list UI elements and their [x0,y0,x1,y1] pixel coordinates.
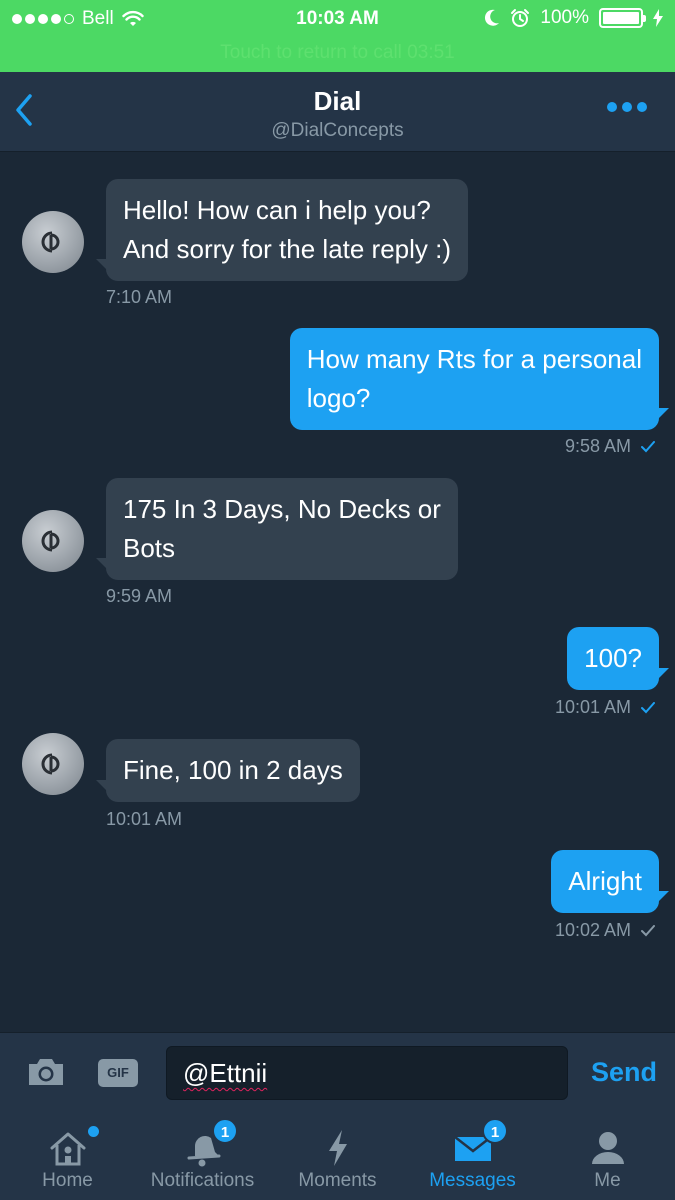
tab-label: Me [594,1170,621,1191]
notifications-badge: 1 [212,1118,238,1144]
message-timestamp: 9:58 AM [564,436,631,456]
person-icon [591,1132,624,1164]
gif-button[interactable]: GIF [98,1059,138,1087]
battery-percent: 100% [540,7,589,28]
home-new-dot [88,1126,99,1137]
message-line: Hello! How can i help you? [123,195,431,225]
avatar[interactable] [22,211,84,273]
message-meta: 9:58 AM [565,436,655,457]
tab-notifications[interactable]: 1 Notifications [135,1112,270,1200]
message-timestamp: 10:02 AM [554,920,631,940]
conversation-header: Dial @DialConcepts [0,72,675,152]
message-bubble-incoming[interactable]: 175 In 3 Days, No Decks or Bots [96,478,458,580]
message-line: Bots [123,533,176,563]
avatar[interactable] [22,733,84,795]
home-icon [50,1132,85,1166]
camera-button[interactable] [26,1056,66,1088]
message-input[interactable]: @Ettnii [166,1046,568,1100]
battery-icon [599,8,646,28]
message-line: How many Rts for a personal [306,344,642,374]
tab-messages[interactable]: 1 Messages [405,1112,540,1200]
tab-home[interactable]: Home [0,1112,135,1200]
dial-logo-icon [41,530,60,552]
messages-badge: 1 [482,1118,508,1144]
message-timestamp: 10:01 AM [554,697,631,717]
message-bubble-incoming[interactable]: Hello! How can i help you? And sorry for… [95,179,469,281]
message-line: Alright [568,866,642,896]
message-line: 100? [584,643,642,673]
tab-me[interactable]: Me [540,1112,675,1200]
read-check-icon [641,701,655,713]
message-meta: 10:01 AM [555,697,655,718]
message-timestamp: 10:01 AM [106,809,183,829]
tab-bar: Home 1 Notifications Moments 1 Messages … [0,1112,675,1200]
message-meta: 10:02 AM [555,920,655,941]
tab-moments[interactable]: Moments [270,1112,405,1200]
moon-icon [485,9,500,26]
message-bubble-incoming[interactable]: Fine, 100 in 2 days [96,739,360,802]
message-composer: GIF @Ettnii Send [0,1032,675,1112]
dial-logo-icon [41,753,60,775]
conversation-title: Dial [313,86,362,116]
charging-icon [653,9,663,27]
sent-check-icon [641,924,655,936]
message-timestamp: 7:10 AM [106,287,173,307]
send-button[interactable]: Send [591,1057,657,1088]
alarm-icon [511,9,530,27]
message-bubble-outgoing[interactable]: Alright [551,850,669,913]
return-to-call-banner[interactable]: Touch to return to call 03:51 [0,38,675,70]
message-line: And sorry for the late reply :) [123,234,452,264]
tab-label: Messages [429,1170,516,1191]
message-timestamp: 9:59 AM [106,586,173,606]
camera-icon [29,1059,63,1085]
status-bar: Bell 10:03 AM 100% Touch to return to ca… [0,0,675,72]
message-bubble-outgoing[interactable]: How many Rts for a personal logo? [289,328,670,430]
lightning-icon [328,1130,347,1166]
message-input-value: @Ettnii [183,1058,268,1088]
tab-label: Moments [298,1170,377,1191]
more-options-button[interactable] [607,102,647,112]
tab-label: Notifications [150,1170,255,1191]
message-line: logo? [306,383,371,413]
message-line: Fine, 100 in 2 days [123,755,343,785]
conversation-handle: @DialConcepts [271,120,404,141]
message-line: 175 In 3 Days, No Decks or [123,494,441,524]
read-check-icon [641,440,655,452]
avatar[interactable] [22,510,84,572]
message-bubble-outgoing[interactable]: 100? [567,627,669,690]
dial-logo-icon [41,231,60,253]
tab-label: Home [42,1170,93,1191]
more-dots-icon [607,102,617,112]
